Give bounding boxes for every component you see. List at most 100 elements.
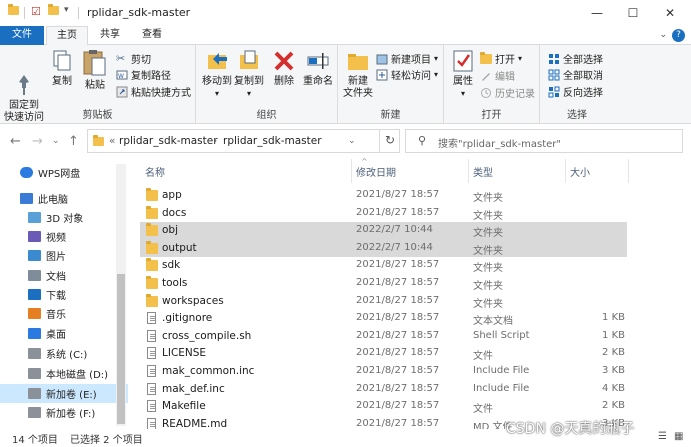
tab-view[interactable]: 查看: [132, 26, 172, 45]
delete-button[interactable]: 删除: [270, 49, 298, 88]
file-row[interactable]: sdk 2021/8/27 18:57 文件夹: [140, 257, 627, 275]
column-header-type[interactable]: 类型: [473, 164, 493, 179]
up-arrow-icon[interactable]: ↑: [68, 134, 79, 149]
sidebar-item-label: 系统 (C:): [46, 350, 88, 361]
select-all-button[interactable]: 全部选择: [548, 51, 603, 66]
history-icon: [480, 87, 492, 99]
file-row[interactable]: .gitignore 2021/8/27 18:57 文本文档 1 KB: [140, 310, 627, 328]
move-to-button[interactable]: 移动到 ▾: [200, 49, 234, 100]
breadcrumb-item-current[interactable]: rplidar_sdk-master: [223, 135, 322, 147]
recent-locations-chevron-icon[interactable]: ⌄: [52, 136, 60, 146]
file-name: tools: [162, 277, 188, 289]
sidebar-item-label: 3D 对象: [46, 214, 84, 225]
file-row[interactable]: mak_common.inc 2021/8/27 18:57 Include Fil…: [140, 363, 627, 381]
file-type: 文件: [473, 404, 493, 416]
tab-file[interactable]: 文件: [0, 26, 44, 45]
tab-home[interactable]: 主页: [46, 26, 88, 46]
copy-label: 复制: [52, 76, 72, 87]
sidebar-item[interactable]: 此电脑: [0, 189, 128, 208]
copy-path-button[interactable]: W 复制路径: [116, 67, 171, 82]
picture-icon: [28, 250, 41, 261]
close-button[interactable]: ✕: [652, 0, 688, 26]
sidebar-item-label: 此电脑: [38, 195, 68, 206]
column-header-size[interactable]: 大小: [570, 164, 590, 179]
search-box[interactable]: ⚲ 搜索"rplidar_sdk-master": [405, 129, 683, 153]
file-date: 2022/2/7 10:44: [356, 241, 433, 253]
folder-icon: [146, 205, 158, 219]
new-folder-quick-icon[interactable]: [48, 4, 59, 18]
file-row[interactable]: output 2022/2/7 10:44 文件夹: [140, 239, 627, 258]
back-arrow-icon[interactable]: ←: [10, 134, 21, 149]
history-button[interactable]: 历史记录: [480, 85, 535, 100]
address-bar[interactable]: « rplidar_sdk-master › rplidar_sdk-maste…: [87, 129, 400, 153]
file-row[interactable]: obj 2022/2/7 10:44 文件夹: [140, 222, 627, 240]
file-row[interactable]: tools 2021/8/27 18:57 文件夹: [140, 275, 627, 293]
sidebar-item[interactable]: 下载: [0, 285, 128, 304]
file-row[interactable]: docs 2021/8/27 18:57 文件夹: [140, 205, 627, 223]
invert-selection-button[interactable]: 反向选择: [548, 84, 603, 99]
file-row[interactable]: LICENSE 2021/8/27 18:57 文件 2 KB: [140, 345, 627, 363]
file-date: 2021/8/27 18:57: [356, 400, 440, 412]
sidebar-item[interactable]: 3D 对象: [0, 208, 128, 227]
properties-check-icon[interactable]: ☑: [31, 5, 41, 18]
refresh-icon[interactable]: ↻: [379, 129, 400, 153]
help-icon[interactable]: ?: [672, 29, 685, 42]
open-button[interactable]: 打开 ▾: [480, 51, 522, 66]
sidebar-item[interactable]: 新加卷 (F:): [0, 403, 128, 422]
forward-arrow-icon[interactable]: →: [32, 134, 43, 149]
maximize-button[interactable]: ☐: [615, 0, 651, 26]
svg-text:W: W: [118, 73, 124, 80]
folder-icon[interactable]: [8, 4, 19, 18]
file-name: sdk: [162, 259, 181, 272]
sidebar-item[interactable]: 桌面: [0, 324, 128, 343]
new-folder-button[interactable]: 新建 文件夹: [342, 49, 374, 100]
sidebar-item-label: 下载: [46, 291, 66, 302]
file-row[interactable]: mak_def.inc 2021/8/27 18:57 Include File 4 …: [140, 381, 627, 399]
paste-shortcut-button[interactable]: 粘贴快捷方式: [116, 84, 191, 99]
sidebar-item-label: 音乐: [46, 310, 66, 321]
folder-icon: [146, 293, 158, 307]
expand-ribbon-icon[interactable]: ⌄: [659, 30, 667, 40]
sidebar-item[interactable]: 视频: [0, 227, 128, 246]
select-none-label: 全部取消: [563, 71, 603, 82]
select-none-button[interactable]: 全部取消: [548, 67, 603, 82]
easy-access-button[interactable]: 轻松访问 ▾: [376, 67, 438, 82]
sidebar-item[interactable]: 图片: [0, 246, 128, 265]
cut-button[interactable]: ✂ 剪切: [116, 51, 151, 66]
breadcrumb-overflow[interactable]: «: [109, 135, 115, 147]
paste-button[interactable]: 粘贴: [80, 49, 110, 92]
minimize-button[interactable]: —: [579, 0, 615, 26]
tab-share[interactable]: 共享: [90, 26, 130, 45]
file-name: app: [162, 189, 182, 201]
navigation-scrollbar[interactable]: [116, 164, 126, 426]
sidebar-item[interactable]: 音乐: [0, 304, 128, 323]
sidebar-item[interactable]: 本地磁盘 (D:): [0, 364, 128, 383]
edit-button[interactable]: 编辑: [480, 68, 515, 83]
file-icon: [147, 329, 156, 342]
column-header-date[interactable]: 修改日期: [356, 164, 396, 179]
file-row[interactable]: Makefile 2021/8/27 18:57 文件 2 KB: [140, 398, 627, 416]
sidebar-item[interactable]: 系统 (C:): [0, 344, 128, 363]
address-dropdown-icon[interactable]: ⌄: [348, 136, 356, 146]
file-name: docs: [162, 206, 187, 219]
column-header-name[interactable]: 名称: [145, 164, 165, 179]
details-view-icon[interactable]: ☰: [658, 431, 667, 442]
easy-access-icon: [376, 69, 388, 81]
sidebar-item[interactable]: WPS网盘: [0, 163, 128, 182]
copy-to-button[interactable]: 复制到 ▾: [232, 49, 266, 100]
copy-button[interactable]: 复制: [48, 49, 76, 88]
breadcrumb-separator[interactable]: ›: [213, 135, 217, 147]
file-row[interactable]: app 2021/8/27 18:57 文件夹: [140, 187, 627, 205]
large-icons-view-icon[interactable]: ▦: [674, 431, 683, 442]
sidebar-item[interactable]: 文档: [0, 266, 128, 285]
properties-button[interactable]: 属性 ▾: [448, 49, 478, 100]
document-icon: [28, 270, 41, 281]
customize-quick-access-icon[interactable]: ▾: [64, 5, 69, 15]
copy-path-icon: W: [116, 69, 128, 81]
breadcrumb-item-parent[interactable]: rplidar_sdk-master: [119, 135, 218, 147]
sidebar-item[interactable]: 新加卷 (E:): [0, 384, 128, 403]
rename-button[interactable]: 重命名: [300, 49, 336, 88]
file-row[interactable]: workspaces 2021/8/27 18:57 文件夹: [140, 293, 627, 311]
new-item-button[interactable]: 新建项目 ▾: [376, 51, 438, 66]
file-row[interactable]: cross_compile.sh 2021/8/27 18:57 Shell Scr…: [140, 328, 627, 346]
